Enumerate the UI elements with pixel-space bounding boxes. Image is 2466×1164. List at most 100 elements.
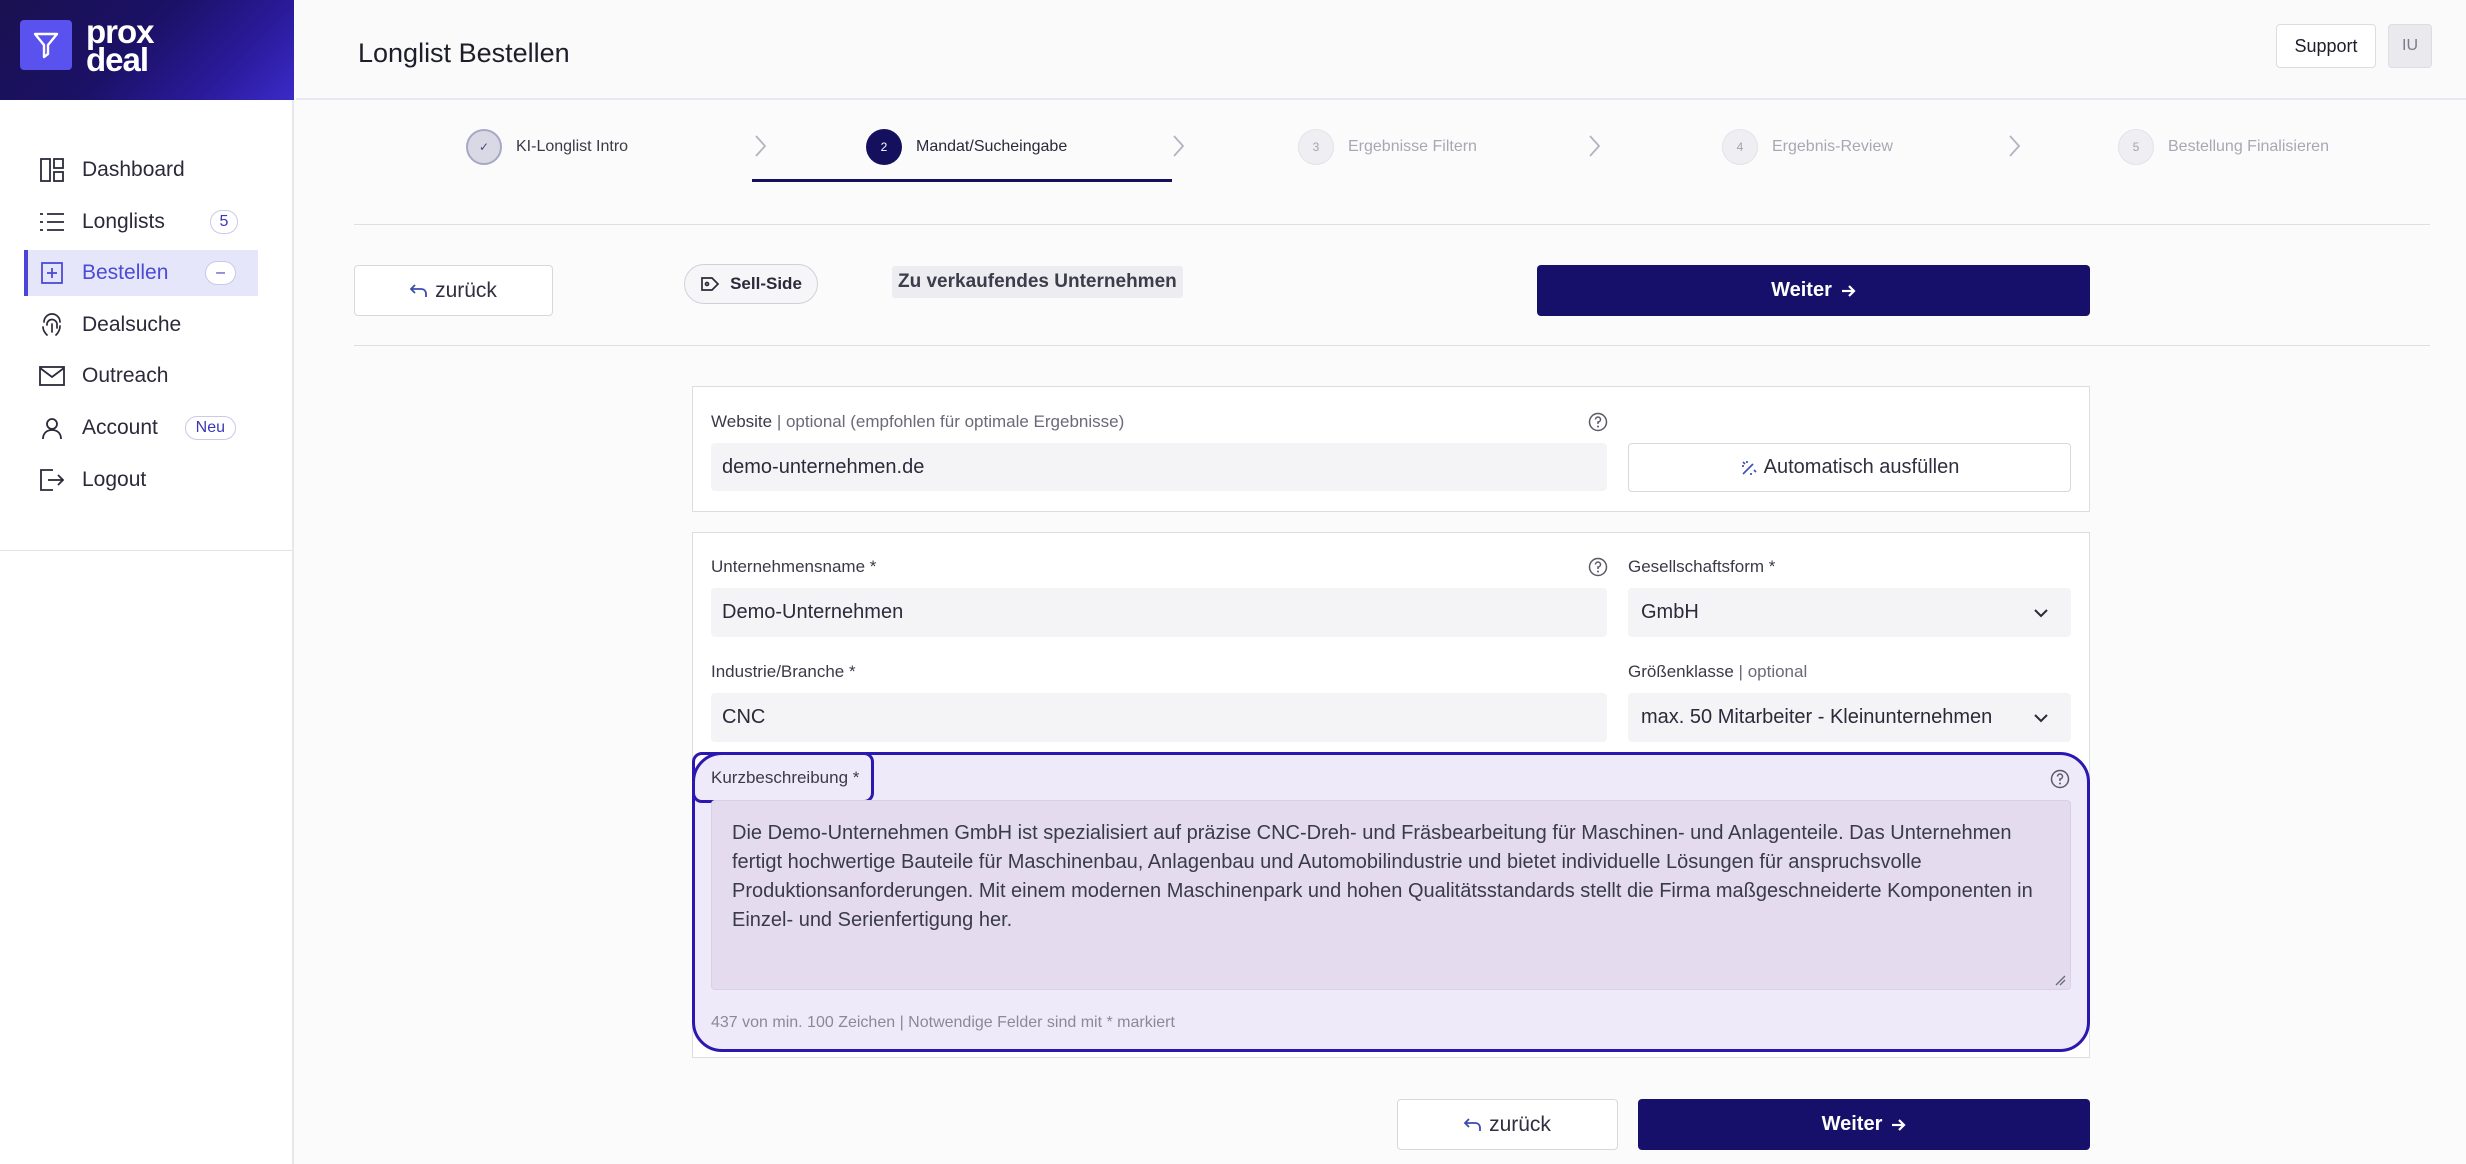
avatar[interactable]: IU (2388, 24, 2432, 68)
company-name-input[interactable]: Demo-Unternehmen (711, 588, 1607, 637)
next-label: Weiter (1771, 279, 1832, 301)
legal-form-value: GmbH (1641, 601, 1699, 623)
sidebar-item-label: Dashboard (82, 158, 185, 181)
website-label: Website | optional (empfohlen für optima… (711, 412, 1124, 432)
step-number: 2 (866, 129, 902, 165)
step-number: 4 (1722, 129, 1758, 165)
active-step-indicator (752, 179, 1172, 182)
step-label: Mandat/Sucheingabe (916, 138, 1068, 155)
sell-side-label: Sell-Side (730, 274, 802, 293)
size-class-optional-text: | optional (1733, 662, 1808, 681)
industry-label: Industrie/Branche * (711, 662, 856, 681)
chevron-right-icon (1589, 135, 1601, 157)
top-header (296, 0, 2466, 100)
sidebar-item-dealsuche[interactable]: Dealsuche (24, 302, 258, 348)
logout-icon (38, 466, 66, 494)
help-icon[interactable] (2050, 769, 2070, 789)
step-finalisieren[interactable]: 5 Bestellung Finalisieren (2118, 126, 2329, 168)
step-label: Ergebnisse Filtern (1348, 138, 1477, 155)
chevron-right-icon (1173, 135, 1185, 157)
sidebar: prox deal Dashboard Longlists 5 Bestelle… (0, 0, 294, 1164)
step-intro[interactable]: ✓ KI-Longlist Intro (466, 126, 628, 168)
sidebar-item-dashboard[interactable]: Dashboard (24, 147, 258, 193)
step-filtern[interactable]: 3 Ergebnisse Filtern (1298, 126, 1477, 168)
step-label: Ergebnis-Review (1772, 138, 1893, 155)
next-label: Weiter (1821, 1113, 1883, 1135)
brand-line-2: deal (86, 41, 149, 78)
step-label: Bestellung Finalisieren (2168, 138, 2329, 155)
sidebar-item-account[interactable]: Account Neu (24, 405, 258, 451)
dashboard-icon (38, 156, 66, 184)
back-button-bottom[interactable]: zurück (1397, 1099, 1618, 1150)
brand-logo-text[interactable]: prox deal (86, 15, 155, 78)
website-optional-text: | optional (empfohlen für optimale Ergeb… (772, 412, 1125, 431)
divider (354, 224, 2430, 225)
chevron-right-icon (2009, 135, 2021, 157)
sidebar-item-outreach[interactable]: Outreach (24, 353, 258, 399)
plus-square-icon (38, 259, 66, 287)
sidebar-divider (0, 550, 294, 551)
legal-form-label: Gesellschaftsform * (1628, 557, 1776, 576)
step-label: KI-Longlist Intro (516, 138, 629, 155)
mail-icon (38, 362, 66, 390)
user-icon (38, 414, 66, 442)
brand-header: prox deal (0, 0, 294, 100)
sidebar-item-label: Bestellen (82, 261, 169, 284)
description-label: Kurzbeschreibung * (711, 768, 860, 787)
back-label: zurück (1489, 1112, 1551, 1136)
description-hint: 437 von min. 100 Zeichen | Notwendige Fe… (711, 1014, 1175, 1031)
step-mandat[interactable]: 2 Mandat/Sucheingabe (866, 126, 1067, 168)
chevron-down-icon (2034, 608, 2048, 617)
company-name-label: Unternehmensname * (711, 557, 877, 576)
website-input[interactable]: demo-unternehmen.de (711, 443, 1607, 491)
longlists-count-badge: 5 (210, 210, 238, 234)
target-company-label: Zu verkaufendes Unternehmen (892, 266, 1183, 298)
sidebar-item-label: Outreach (82, 364, 169, 387)
size-class-label: Größenklasse | optional (1628, 662, 1807, 682)
page-title: Longlist Bestellen (358, 38, 570, 68)
sidebar-item-label: Dealsuche (82, 313, 182, 336)
industry-input[interactable]: CNC (711, 693, 1607, 742)
undo-arrow-icon (1464, 1117, 1482, 1133)
chevron-down-icon (2034, 713, 2048, 722)
step-number: 3 (1298, 129, 1334, 165)
help-icon[interactable] (1588, 412, 1608, 432)
autofill-button[interactable]: Automatisch ausfüllen (1628, 443, 2071, 492)
back-label: zurück (435, 278, 497, 302)
magic-wand-icon (1740, 459, 1758, 477)
legal-form-select[interactable]: GmbH (1628, 588, 2071, 637)
arrow-right-icon (1840, 283, 1856, 299)
support-button[interactable]: Support (2276, 24, 2376, 68)
step-review[interactable]: 4 Ergebnis-Review (1722, 126, 1893, 168)
fingerprint-icon (38, 311, 66, 339)
sidebar-item-label: Account (82, 416, 158, 439)
funnel-icon[interactable] (20, 20, 72, 70)
next-button-top[interactable]: Weiter (1537, 265, 2090, 316)
next-button-bottom[interactable]: Weiter (1638, 1099, 2090, 1150)
arrow-right-icon (1890, 1117, 1906, 1133)
description-textarea[interactable]: Die Demo-Unternehmen GmbH ist spezialisi… (711, 800, 2071, 990)
size-class-value: max. 50 Mitarbeiter - Kleinunternehmen (1641, 706, 1993, 728)
sidebar-item-longlists[interactable]: Longlists 5 (24, 199, 258, 245)
sidebar-item-label: Logout (82, 468, 147, 491)
step-check-icon: ✓ (466, 129, 502, 165)
sidebar-item-label: Longlists (82, 210, 165, 233)
chevron-right-icon (755, 135, 767, 157)
size-class-label-text: Größenklasse (1628, 662, 1734, 681)
divider (354, 345, 2430, 346)
resize-handle-icon[interactable] (2054, 974, 2066, 986)
step-number: 5 (2118, 129, 2154, 165)
account-new-badge: Neu (184, 416, 236, 440)
tag-icon (700, 276, 720, 292)
sidebar-item-logout[interactable]: Logout (24, 457, 258, 503)
back-button-top[interactable]: zurück (354, 265, 553, 316)
size-class-select[interactable]: max. 50 Mitarbeiter - Kleinunternehmen (1628, 693, 2071, 742)
autofill-label: Automatisch ausfüllen (1763, 456, 1960, 478)
sidebar-item-bestellen[interactable]: Bestellen – (24, 250, 258, 296)
undo-arrow-icon (410, 283, 428, 299)
bestellen-badge: – (205, 261, 236, 285)
help-icon[interactable] (1588, 557, 1608, 577)
sell-side-toggle[interactable]: Sell-Side (684, 264, 818, 304)
list-icon (38, 208, 66, 236)
website-label-text: Website (711, 412, 773, 431)
